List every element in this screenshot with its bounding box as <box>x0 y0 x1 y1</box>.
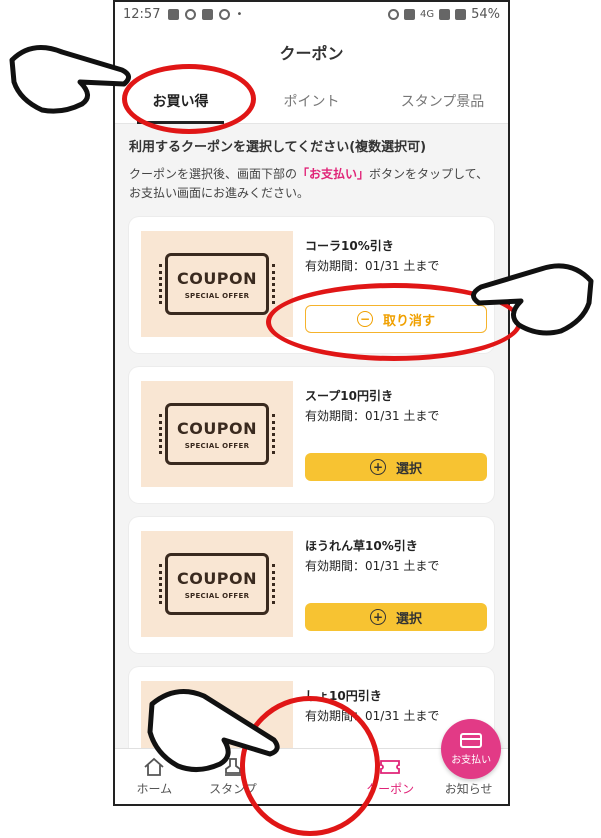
coupon-info: しょ10円引き 有効期間：01/31 土まで <box>305 687 439 724</box>
plus-circle-icon: + <box>369 609 386 625</box>
nav-home[interactable]: ホーム <box>115 749 194 804</box>
chat-icon <box>185 8 197 20</box>
ticket-icon <box>379 757 401 777</box>
coupon-list: 利用するクーポンを選択してください(複数選択可) クーポンを選択後、画面下部の「… <box>115 124 508 803</box>
minus-circle-icon: − <box>356 311 373 327</box>
stamp-icon <box>222 757 244 777</box>
button-label: 取り消す <box>382 313 435 329</box>
coupon-expiry: 有効期間：01/31 土まで <box>305 409 440 423</box>
coupon-expiry: 有効期間：01/31 土まで <box>305 559 440 573</box>
coupon-info: ほうれん草10%引き 有効期間：01/31 土まで <box>305 537 439 574</box>
nav-label: ホーム <box>136 781 173 796</box>
status-bar: 12:57 • 4G 54% <box>115 2 508 26</box>
coupon-card: COUPON SPECIAL OFFER スープ10円引き 有効期間：01/31… <box>129 367 494 503</box>
app-icon <box>202 8 214 20</box>
card-icon <box>460 732 483 748</box>
coupon-ticket-icon: COUPON SPECIAL OFFER <box>159 403 275 465</box>
button-label: 選択 <box>395 611 422 627</box>
coupon-card: COUPON SPECIAL OFFER コーラ10%引き 有効期間：01/31… <box>129 217 494 353</box>
tab-points[interactable]: ポイント <box>246 78 377 123</box>
tab-bar: お買い得 ポイント スタンプ景品 <box>115 78 508 124</box>
select-coupon-button[interactable]: + 選択 <box>305 453 487 481</box>
bottom-nav: ホーム スタンプ お支払い クーポン お知らせ <box>115 719 508 804</box>
coupon-info: スープ10円引き 有効期間：01/31 土まで <box>305 387 439 424</box>
coupon-name: ほうれん草10%引き <box>305 539 418 553</box>
vibrate-icon <box>403 8 415 20</box>
plus-circle-icon: + <box>369 459 386 475</box>
image-icon <box>168 8 180 20</box>
instructions-heading: 利用するクーポンを選択してください(複数選択可) <box>129 140 427 155</box>
home-icon <box>143 757 165 777</box>
instructions-text: クーポンを選択後、画面下部の「お支払い」ボタンをタップして、お支払い画面にお進み… <box>129 165 494 203</box>
thumb-subtitle: SPECIAL OFFER <box>184 291 250 300</box>
nav-stamp[interactable]: スタンプ <box>194 749 273 804</box>
coupon-expiry: 有効期間：01/31 土まで <box>305 709 440 723</box>
coupon-expiry: 有効期間：01/31 土まで <box>305 259 440 273</box>
instructions-highlight: 「お支払い」 <box>297 167 370 181</box>
thumb-title: COUPON <box>176 418 258 438</box>
coupon-name: しょ10円引き <box>305 689 382 703</box>
signal-icon <box>439 8 451 20</box>
coupon-info: コーラ10%引き 有効期間：01/31 土まで <box>305 237 439 274</box>
instructions-pre: クーポンを選択後、画面下部の <box>129 167 298 181</box>
thumb-title: COUPON <box>176 568 258 588</box>
button-label: 選択 <box>395 461 422 477</box>
thumb-title: COUPON <box>176 268 258 288</box>
nav-label: クーポン <box>366 781 415 796</box>
page-title: クーポン <box>279 44 344 63</box>
status-time: 12:57 <box>123 6 161 22</box>
coupon-name: コーラ10%引き <box>305 239 394 253</box>
notification-icons: • <box>168 8 243 20</box>
coupon-thumbnail: COUPON SPECIAL OFFER <box>141 381 293 487</box>
payment-button[interactable]: お支払い <box>441 719 502 779</box>
dot-icon: • <box>236 8 243 20</box>
cancel-coupon-button[interactable]: − 取り消す <box>305 305 487 333</box>
nav-label: スタンプ <box>209 781 257 796</box>
network-label: 4G <box>419 8 435 20</box>
coupon-ticket-icon: COUPON SPECIAL OFFER <box>159 253 275 315</box>
coupon-thumbnail: COUPON SPECIAL OFFER <box>141 231 293 337</box>
thumb-subtitle: SPECIAL OFFER <box>184 441 250 450</box>
tab-deals[interactable]: お買い得 <box>115 78 246 124</box>
battery-icon <box>455 8 467 20</box>
nav-coupon[interactable]: クーポン <box>351 749 430 804</box>
coupon-thumbnail: COUPON SPECIAL OFFER <box>141 531 293 637</box>
battery-level: 54% <box>471 6 500 22</box>
select-coupon-button[interactable]: + 選択 <box>305 603 487 631</box>
coupon-ticket-icon: COUPON SPECIAL OFFER <box>159 553 275 615</box>
page-header: クーポン <box>115 26 508 78</box>
payment-label: お支払い <box>451 754 492 766</box>
nav-label: お知らせ <box>444 781 493 796</box>
coupon-card: COUPON SPECIAL OFFER ほうれん草10%引き 有効期間：01/… <box>129 517 494 653</box>
system-icons: 4G 54% <box>387 6 500 22</box>
tab-stamp-prizes[interactable]: スタンプ景品 <box>377 78 508 123</box>
check-icon <box>219 8 231 20</box>
alarm-icon <box>387 8 399 20</box>
thumb-subtitle: SPECIAL OFFER <box>184 591 250 600</box>
phone-screen: 12:57 • 4G 54% クーポン お買い得 ポイント スタンプ景品 利用す… <box>113 0 510 806</box>
coupon-name: スープ10円引き <box>305 389 393 403</box>
nav-payment[interactable]: お支払い <box>272 719 502 804</box>
